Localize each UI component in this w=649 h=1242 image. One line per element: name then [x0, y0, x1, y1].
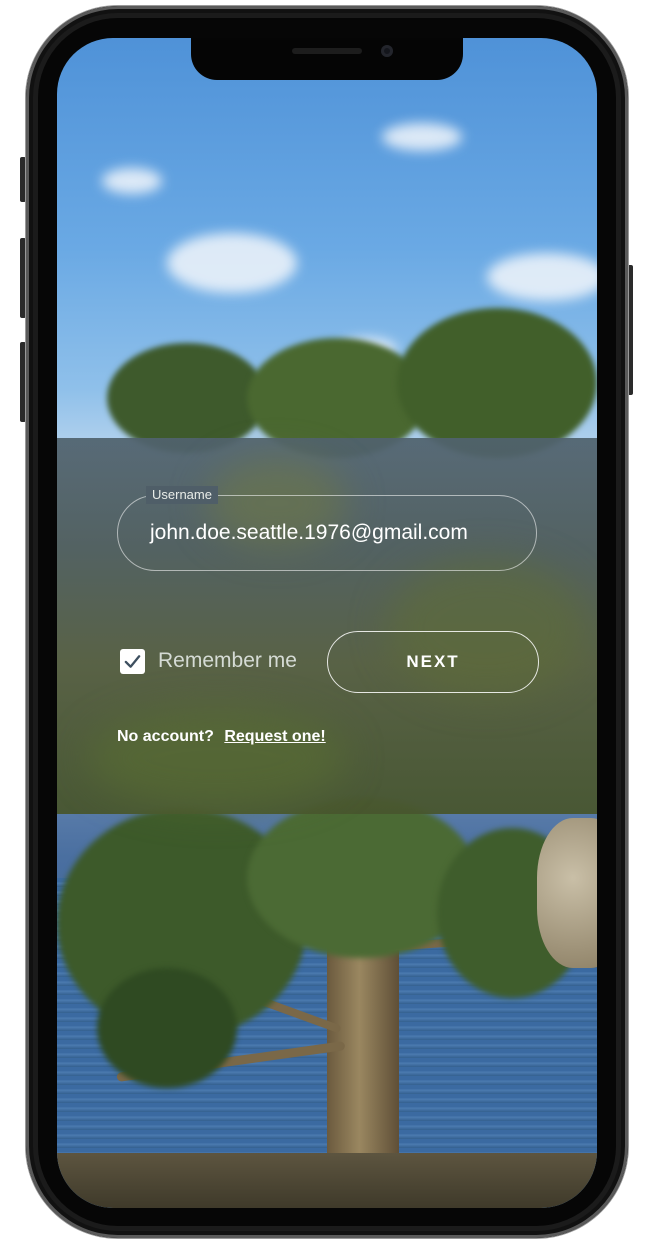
login-panel: Username john.doe.seattle.1976@gmail.com… — [57, 438, 597, 814]
cloud — [487, 253, 597, 301]
front-camera — [381, 45, 393, 57]
panel-blur-shape — [87, 708, 347, 808]
shoreline — [57, 1153, 597, 1208]
remember-me-checkbox[interactable] — [120, 648, 145, 674]
next-button[interactable]: NEXT — [327, 631, 539, 693]
cloud — [167, 233, 297, 293]
no-account-text: No account? — [117, 728, 214, 745]
pine-foliage — [397, 308, 597, 458]
phone-screen: Username john.doe.seattle.1976@gmail.com… — [57, 38, 597, 1208]
pine-foliage — [97, 968, 237, 1088]
pine-foliage — [107, 343, 267, 453]
cloud — [382, 123, 462, 151]
username-field[interactable]: Username john.doe.seattle.1976@gmail.com — [117, 486, 537, 571]
username-label: Username — [146, 486, 218, 504]
cloud — [102, 168, 162, 194]
phone-notch — [191, 38, 463, 80]
speaker-grille — [292, 48, 362, 54]
rock — [537, 818, 597, 968]
no-account-row: No account? Request one! — [117, 728, 326, 746]
checkmark-icon — [124, 654, 141, 668]
username-input[interactable]: john.doe.seattle.1976@gmail.com — [150, 520, 468, 546]
request-account-link[interactable]: Request one! — [224, 728, 325, 745]
remember-me-row[interactable]: Remember me — [120, 646, 297, 676]
remember-me-label: Remember me — [158, 649, 297, 672]
